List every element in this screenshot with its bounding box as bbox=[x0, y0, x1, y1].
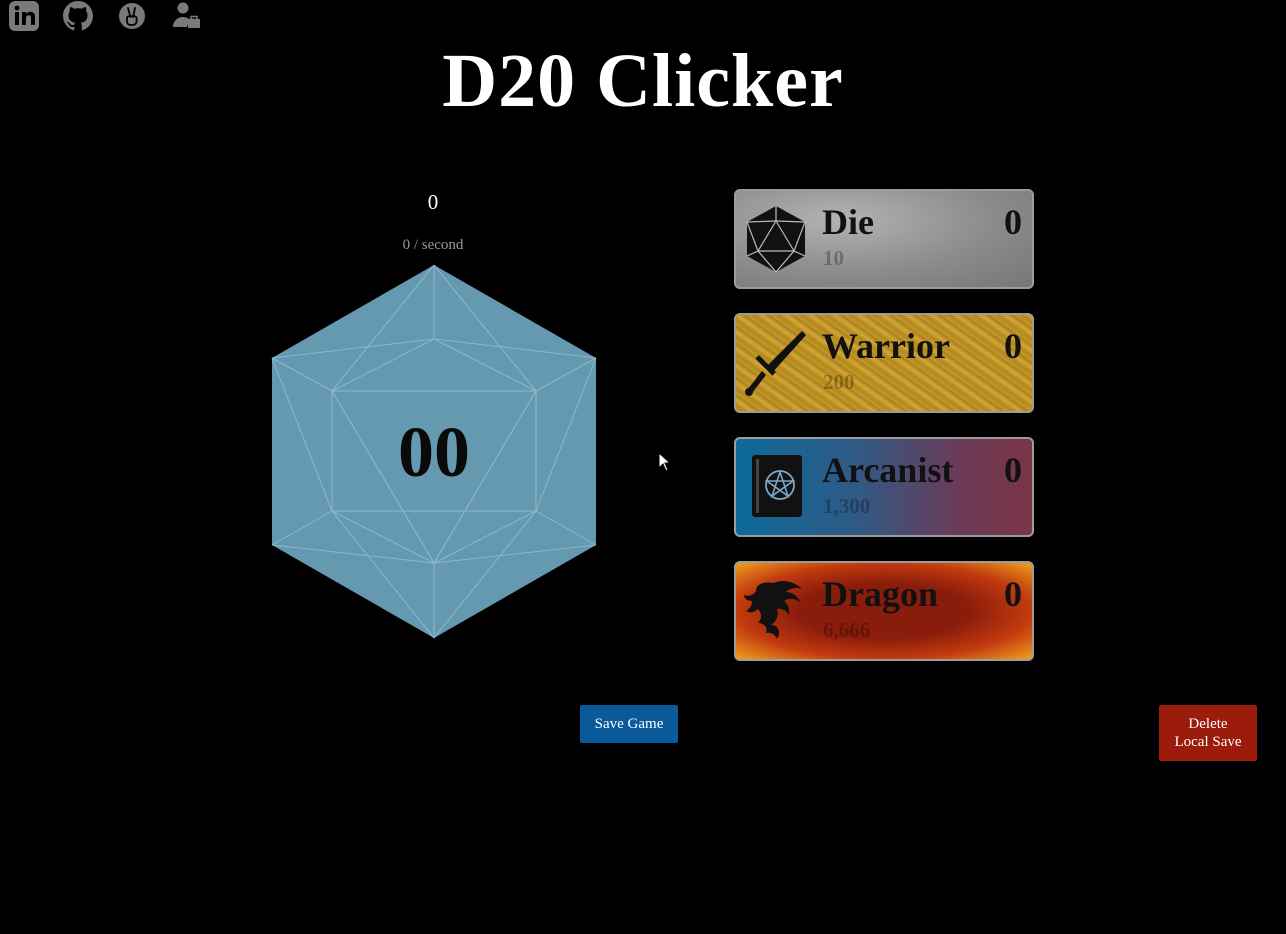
linkedin-icon bbox=[9, 1, 39, 31]
peace-link[interactable] bbox=[116, 0, 148, 32]
social-links bbox=[8, 0, 202, 32]
store-item-name: Die bbox=[822, 202, 874, 242]
linkedin-link[interactable] bbox=[8, 0, 40, 32]
store-item-arcanist[interactable]: Arcanist 0 1,300 bbox=[734, 437, 1034, 537]
peace-hand-icon bbox=[119, 3, 145, 29]
github-link[interactable] bbox=[62, 0, 94, 32]
rate-per-second: 0 / second bbox=[402, 237, 464, 253]
store-item-count: 0 bbox=[1004, 450, 1022, 490]
upgrade-store: Die 0 10 Warrior 0 200 Arcanist 0 1,300 … bbox=[734, 189, 1034, 685]
store-item-name: Dragon bbox=[822, 574, 938, 614]
delete-label-line1: Delete bbox=[1188, 716, 1228, 732]
delete-label-line2: Local Save bbox=[1174, 734, 1242, 750]
portfolio-link[interactable] bbox=[170, 0, 202, 32]
save-game-button[interactable]: Save Game bbox=[580, 705, 678, 743]
store-item-warrior[interactable]: Warrior 0 200 bbox=[734, 313, 1034, 413]
delete-local-save-button[interactable]: Delete Local Save bbox=[1159, 705, 1257, 761]
d20-icon bbox=[746, 206, 806, 273]
mouse-cursor-icon bbox=[658, 452, 672, 472]
store-item-cost: 10 bbox=[823, 246, 844, 270]
store-item-cost: 6,666 bbox=[823, 618, 871, 642]
portfolio-person-icon bbox=[173, 2, 200, 28]
store-item-cost: 1,300 bbox=[823, 494, 871, 518]
d20-roll-value: 00 bbox=[398, 412, 470, 492]
sword-icon bbox=[745, 331, 806, 396]
store-item-name: Arcanist bbox=[822, 450, 954, 490]
store-item-count: 0 bbox=[1004, 574, 1022, 614]
store-item-count: 0 bbox=[1004, 202, 1022, 242]
dragon-icon bbox=[744, 581, 802, 639]
spellbook-icon bbox=[752, 455, 802, 517]
store-item-die[interactable]: Die 0 10 bbox=[734, 189, 1034, 289]
store-item-cost: 200 bbox=[823, 370, 855, 394]
total-counter: 0 bbox=[427, 190, 439, 214]
store-item-dragon[interactable]: Dragon 0 6,666 bbox=[734, 561, 1034, 661]
github-icon bbox=[63, 1, 93, 31]
store-item-count: 0 bbox=[1004, 326, 1022, 366]
page-title: D20 Clicker bbox=[442, 39, 844, 123]
d20-click-button[interactable]: 00 bbox=[270, 263, 598, 640]
store-item-name: Warrior bbox=[822, 326, 950, 366]
